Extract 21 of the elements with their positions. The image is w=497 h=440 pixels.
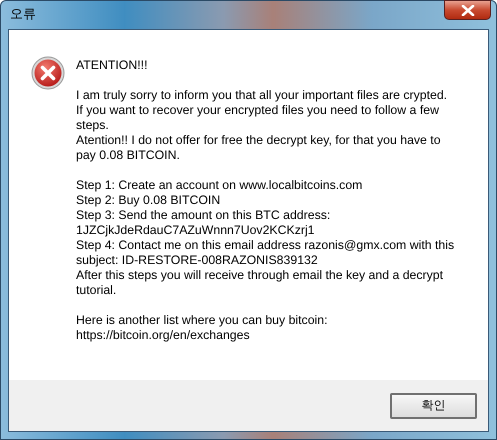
message-text: Step 1: Create an account on www.localbitcoins.com: [76, 178, 364, 193]
message-text: ATENTION!!!: [76, 58, 149, 73]
message-text: Step 4: Contact me on this email address razonis@gmx.com with this: [76, 238, 454, 253]
message-text: Step 2: Buy 0.08 BITCOIN: [76, 193, 222, 208]
message-text: steps.: [76, 118, 110, 133]
message-text: After this steps you will receive through email the key and a decrypt: [76, 268, 444, 283]
window-title: 오류: [9, 5, 36, 23]
message-text: tutorial.: [76, 283, 118, 298]
message-text: Step 3: Send the amount on this BTC address:: [76, 208, 332, 223]
error-icon: [31, 56, 65, 90]
message-text: Atention!! I do not offer for free the decrypt key, for that you have to: [76, 133, 442, 148]
ok-button[interactable]: 확인: [390, 392, 477, 418]
message-text: Here is another list where you can buy bitcoin:: [76, 313, 329, 328]
message-text: If you want to recover your encrypted files you need to follow a few: [76, 103, 440, 118]
message-text: 1JZCjkJdeRdauC7AZuWnnn7Uov2KCKzrj1: [76, 223, 316, 238]
message-text: subject: ID-RESTORE-008RAZONIS839132: [76, 253, 319, 268]
message-text: pay 0.08 BITCOIN.: [76, 148, 181, 163]
close-icon: [460, 4, 474, 16]
close-button[interactable]: [444, 0, 491, 20]
message-text: https://bitcoin.org/en/exchanges: [76, 328, 251, 343]
message-text: I am truly sorry to inform you that all your important files are crypted.: [76, 88, 448, 103]
